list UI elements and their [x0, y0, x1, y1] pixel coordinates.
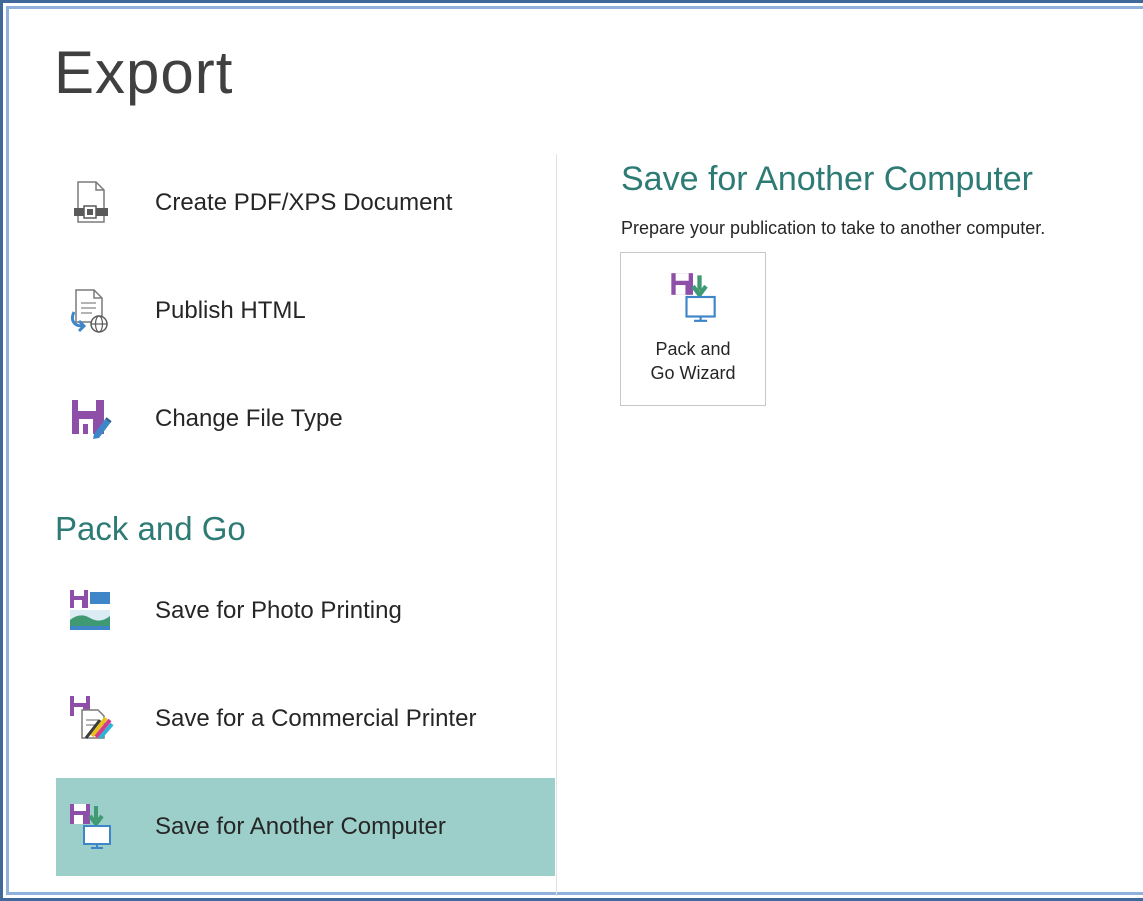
- wizard-label-line1: Pack and: [655, 339, 731, 359]
- nav-item-change-file-type[interactable]: Change File Type: [56, 370, 555, 468]
- nav-item-create-pdf-xps[interactable]: Create PDF/XPS Document: [56, 154, 555, 252]
- commercial-printer-icon: [70, 696, 114, 740]
- nav-item-save-commercial-printer[interactable]: Save for a Commercial Printer: [56, 670, 555, 768]
- wizard-label-line2: Go Wizard: [650, 363, 736, 383]
- nav-item-label: Create PDF/XPS Document: [155, 189, 453, 216]
- nav-item-publish-html[interactable]: Publish HTML: [56, 262, 555, 360]
- pack-and-go-wizard-button[interactable]: Pack and Go Wizard: [620, 252, 766, 406]
- nav-item-label: Save for Another Computer: [155, 813, 446, 840]
- page-title: Export: [54, 39, 234, 106]
- wizard-button-label: Pack and Go Wizard: [621, 337, 765, 385]
- pane-divider: [556, 154, 557, 896]
- publish-html-icon: [70, 289, 108, 333]
- nav-item-save-photo-printing[interactable]: Save for Photo Printing: [56, 562, 555, 660]
- pdf-xps-document-icon: [74, 181, 108, 223]
- section-heading-pack-and-go: Pack and Go: [55, 510, 246, 547]
- nav-item-label: Publish HTML: [155, 297, 306, 324]
- change-file-type-icon: [72, 400, 112, 439]
- pack-and-go-wizard-icon: [671, 273, 716, 322]
- nav-item-label: Save for a Commercial Printer: [155, 705, 477, 732]
- photo-printing-icon: [70, 590, 110, 630]
- another-computer-icon: [70, 804, 111, 849]
- detail-description: Prepare your publication to take to anot…: [621, 218, 1046, 238]
- detail-title: Save for Another Computer: [621, 160, 1034, 198]
- nav-item-label: Change File Type: [155, 405, 343, 432]
- nav-item-label: Save for Photo Printing: [155, 597, 402, 624]
- nav-item-save-another-computer[interactable]: Save for Another Computer: [56, 778, 555, 876]
